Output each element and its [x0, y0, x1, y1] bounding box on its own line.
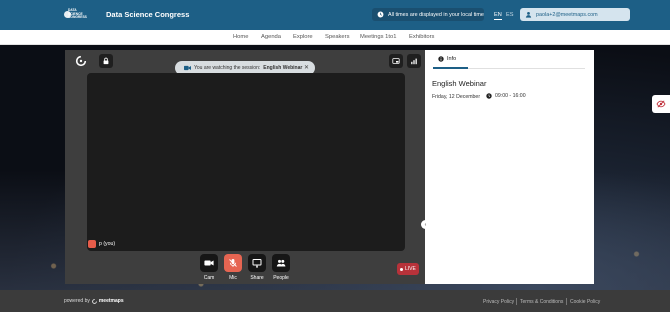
language-en[interactable]: EN	[494, 12, 502, 20]
powered-by: powered by meetmaps	[64, 298, 124, 304]
logo-text: DATA SCIENCE CONGRESS	[68, 8, 87, 20]
live-badge: LIVE	[397, 263, 419, 275]
banner-prefix: You are watching the session:	[194, 65, 261, 71]
nav-speakers[interactable]: Speakers	[325, 34, 350, 40]
participant-name: p (you)	[99, 241, 116, 247]
privacy-policy-link[interactable]: Privacy Policy	[483, 299, 514, 305]
share-button[interactable]	[248, 254, 266, 272]
user-icon	[525, 11, 532, 18]
tab-info[interactable]: Info	[438, 56, 456, 62]
page-footer: powered by meetmaps Privacy Policy Terms…	[0, 290, 670, 312]
footer-divider	[516, 298, 517, 305]
session-time-text: 09:00 - 16:00	[495, 93, 526, 99]
nav-agenda[interactable]: Agenda	[261, 34, 281, 40]
video-area	[87, 73, 405, 251]
session-date: Friday, 12 December	[432, 94, 481, 100]
participant-tag: p (you)	[88, 240, 115, 248]
mic-off-icon	[229, 259, 237, 267]
share-label: Share	[250, 275, 264, 281]
meetmaps-logo-icon	[75, 55, 87, 67]
stats-button[interactable]	[407, 54, 421, 68]
mic-label: Mic	[229, 275, 237, 281]
tab-info-label: Info	[447, 56, 457, 62]
main-nav: Home Agenda Explore Speakers Meetings 1t…	[0, 30, 670, 45]
lock-icon	[103, 57, 109, 65]
tab-active-indicator	[433, 67, 468, 69]
lock-button[interactable]	[99, 54, 113, 68]
mic-muted-indicator-icon	[88, 240, 96, 248]
cookie-policy-link[interactable]: Cookie Policy	[570, 299, 600, 305]
terms-link[interactable]: Terms & Conditions	[520, 299, 563, 305]
nav-explore[interactable]: Explore	[293, 34, 313, 40]
top-header: DATA SCIENCE CONGRESS Data Science Congr…	[0, 0, 670, 30]
camera-icon	[204, 260, 214, 266]
live-dot-icon	[400, 267, 403, 271]
clock-icon	[486, 93, 492, 99]
meetmaps-brand-icon	[92, 298, 97, 304]
signal-bars-icon	[411, 58, 417, 65]
cam-label: Cam	[203, 275, 215, 281]
close-banner-icon[interactable]: ✕	[304, 64, 309, 71]
people-icon	[276, 259, 286, 267]
people-label: People	[273, 275, 289, 281]
timezone-notice: All times are displayed in your local ti…	[372, 8, 484, 21]
session-time: 09:00 - 16:00	[486, 93, 526, 99]
user-email: paola+2@meetmaps.com	[536, 11, 598, 18]
picture-in-picture-button[interactable]	[389, 54, 403, 68]
powered-by-text: powered by	[64, 298, 90, 304]
footer-divider	[566, 298, 567, 305]
video-camera-icon	[184, 65, 191, 71]
side-widget-tab[interactable]	[652, 95, 670, 113]
picture-in-picture-icon	[392, 58, 400, 64]
language-es[interactable]: ES	[506, 12, 513, 18]
brand-name[interactable]: meetmaps	[99, 298, 124, 304]
timezone-text: All times are displayed in your local ti…	[388, 11, 484, 18]
nav-home[interactable]: Home	[233, 34, 248, 40]
eye-off-icon	[656, 100, 666, 108]
cam-button[interactable]	[200, 254, 218, 272]
info-icon	[438, 56, 444, 62]
session-title: English Webinar	[432, 79, 487, 88]
people-button[interactable]	[272, 254, 290, 272]
clock-icon	[377, 11, 384, 18]
mic-button[interactable]	[224, 254, 242, 272]
live-label: LIVE	[405, 266, 416, 272]
nav-meetings[interactable]: Meetings 1to1	[360, 34, 396, 40]
event-title: Data Science Congress	[106, 10, 190, 19]
screen-share-icon	[252, 259, 262, 268]
event-logo[interactable]: DATA SCIENCE CONGRESS	[64, 8, 88, 24]
user-menu-button[interactable]: paola+2@meetmaps.com	[520, 8, 630, 21]
nav-exhibitors[interactable]: Exhibitors	[409, 34, 434, 40]
panel-resize-handle[interactable]: ‹	[421, 220, 430, 229]
banner-session-name: English Webinar	[263, 65, 303, 71]
